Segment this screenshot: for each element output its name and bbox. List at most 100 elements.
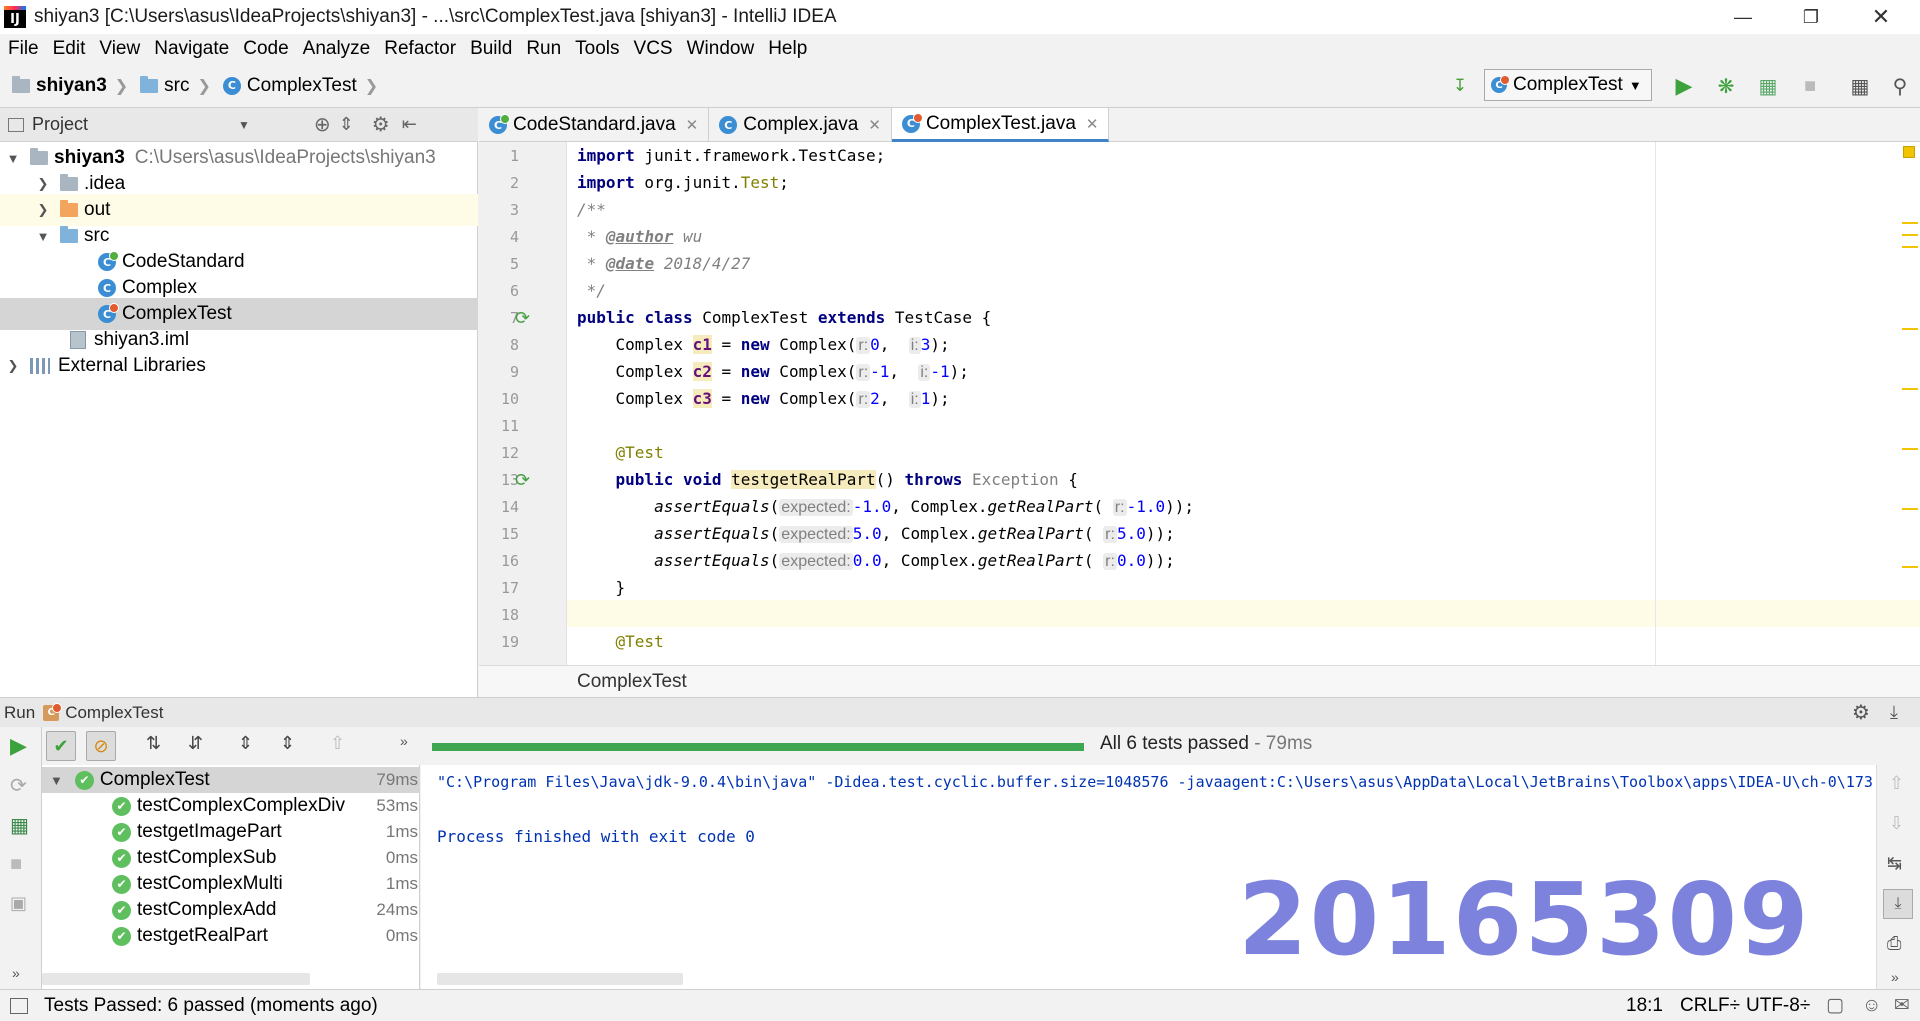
more-icon[interactable]: » — [1891, 969, 1899, 985]
show-passed-icon[interactable]: ✔ — [46, 731, 76, 761]
lock-icon[interactable]: ▢ — [1826, 994, 1844, 1017]
tool-windows-icon[interactable] — [10, 997, 28, 1014]
debug-icon[interactable]: ❋ — [1712, 72, 1740, 100]
close-tab-icon[interactable]: ✕ — [686, 116, 699, 134]
close-tab-icon[interactable]: ✕ — [1086, 115, 1099, 133]
previous-failed-icon[interactable]: ⇧ — [330, 733, 345, 754]
test-row[interactable]: ✔ testgetImagePart 1ms — [42, 819, 420, 845]
menu-edit[interactable]: Edit — [46, 38, 93, 60]
toggle-autotest-icon[interactable]: ▦ — [10, 813, 29, 838]
error-stripe-mark[interactable] — [1902, 246, 1918, 248]
run-test-gutter-icon[interactable]: ⟳ — [515, 308, 530, 329]
more-icon[interactable]: » — [400, 733, 408, 749]
error-stripe-mark[interactable] — [1902, 234, 1918, 236]
inspector-icon[interactable]: ☺ — [1862, 995, 1881, 1017]
locate-icon[interactable]: ⊕ — [314, 112, 331, 137]
status-message[interactable]: Tests Passed: 6 passed (moments ago) — [44, 995, 378, 1017]
test-row[interactable]: ✔ testComplexMulti 1ms — [42, 871, 420, 897]
tab-codestandard[interactable]: C CodeStandard.java ✕ — [479, 108, 710, 142]
error-stripe-mark[interactable] — [1902, 328, 1918, 330]
menu-run[interactable]: Run — [519, 38, 568, 60]
line-separator[interactable]: CRLF÷ — [1680, 995, 1740, 1017]
chevron-down-icon[interactable]: ▼ — [50, 773, 63, 788]
menu-help[interactable]: Help — [761, 38, 814, 60]
chevron-right-icon[interactable]: ❯ — [36, 176, 50, 192]
rerun-failed-icon[interactable]: ⟳ — [10, 773, 27, 798]
print-icon[interactable]: ⎙ — [1887, 933, 1901, 954]
chevron-right-icon[interactable]: ❯ — [36, 202, 50, 218]
breadcrumb-project[interactable]: shiyan3 ❯ — [12, 75, 128, 97]
menu-navigate[interactable]: Navigate — [147, 38, 236, 60]
close-window-button[interactable]: ✕ — [1852, 0, 1910, 34]
coverage-icon[interactable]: ▦ — [1754, 72, 1782, 100]
file-encoding[interactable]: UTF-8÷ — [1746, 995, 1810, 1017]
search-icon[interactable]: ⚲ — [1886, 72, 1914, 100]
down-arrow-icon[interactable]: ⇩ — [1889, 813, 1904, 834]
scroll-to-end-icon[interactable]: ⤓ — [1883, 889, 1913, 919]
event-log-icon[interactable]: ✉ — [1894, 994, 1910, 1017]
test-row[interactable]: ✔ testgetRealPart 0ms — [42, 923, 420, 949]
error-stripe-mark[interactable] — [1902, 448, 1918, 450]
test-row[interactable]: ✔ testComplexAdd 24ms — [42, 897, 420, 923]
menu-tools[interactable]: Tools — [568, 38, 626, 60]
build-icon[interactable]: ↧ — [1446, 72, 1474, 100]
caret-position[interactable]: 18:1 — [1626, 995, 1663, 1017]
breadcrumb-src[interactable]: src ❯ — [140, 75, 211, 97]
menu-file[interactable]: File — [0, 38, 46, 60]
menu-vcs[interactable]: VCS — [627, 38, 680, 60]
minimize-button[interactable]: — — [1714, 0, 1772, 34]
menu-code[interactable]: Code — [236, 38, 295, 60]
project-panel-title[interactable]: Project — [32, 114, 88, 135]
hide-panel-icon[interactable]: ⤓ — [1890, 702, 1898, 723]
menu-refactor[interactable]: Refactor — [377, 38, 463, 60]
rerun-icon[interactable]: ▶ — [10, 733, 27, 759]
sort-duration-icon[interactable]: ⇵ — [188, 733, 203, 754]
sort-alpha-icon[interactable]: ⇅ — [146, 733, 161, 754]
menu-view[interactable]: View — [92, 38, 147, 60]
horizontal-scrollbar[interactable] — [437, 973, 683, 985]
chevron-down-icon[interactable]: ▼ — [6, 151, 20, 166]
collapse-all-icon[interactable]: ⇕ — [339, 114, 354, 135]
tab-complex[interactable]: C Complex.java ✕ — [709, 108, 892, 142]
breadcrumb-class[interactable]: C ComplexTest ❯ — [222, 75, 378, 97]
soft-wrap-icon[interactable]: ↹ — [1887, 853, 1902, 874]
error-stripe-mark[interactable] — [1902, 222, 1918, 224]
error-stripe-mark[interactable] — [1902, 508, 1918, 510]
menu-analyze[interactable]: Analyze — [296, 38, 378, 60]
gear-icon[interactable]: ⚙ — [372, 112, 390, 137]
run-config-select[interactable]: C ComplexTest ▼ — [1484, 69, 1652, 101]
gear-icon[interactable]: ⚙ — [1852, 700, 1870, 725]
test-row[interactable]: ✔ testComplexSub 0ms — [42, 845, 420, 871]
test-suite-row[interactable]: ▼ ✔ ComplexTest 79ms — [42, 767, 420, 793]
camera-icon[interactable]: ▣ — [10, 893, 27, 914]
run-test-gutter-icon[interactable]: ⟳ — [515, 470, 530, 491]
chevron-down-icon[interactable]: ▼ — [238, 118, 250, 132]
up-arrow-icon[interactable]: ⇧ — [1889, 773, 1904, 794]
show-ignored-icon[interactable]: ⊘ — [86, 731, 116, 761]
expand-all-icon[interactable]: ⇕ — [238, 733, 253, 754]
error-stripe-mark[interactable] — [1902, 566, 1918, 568]
stop-icon[interactable]: ■ — [1796, 72, 1824, 100]
code-editor[interactable]: 1 2 3 4 5 6 7 8 9 10 11 12 13 14 15 16 1… — [479, 142, 1920, 665]
menu-window[interactable]: Window — [680, 38, 762, 60]
editor-breadcrumb[interactable]: ComplexTest — [479, 665, 1920, 697]
run-config-tab[interactable]: ComplexTest — [65, 703, 163, 723]
hide-panel-icon[interactable]: ⇤ — [402, 114, 417, 135]
class-icon: C — [222, 76, 241, 95]
restore-button[interactable]: ❐ — [1782, 0, 1840, 34]
horizontal-scrollbar[interactable] — [42, 973, 310, 985]
chevron-down-icon[interactable]: ▼ — [36, 229, 50, 244]
error-stripe-mark[interactable] — [1902, 388, 1918, 390]
collapse-all-icon[interactable]: ⇕ — [280, 733, 295, 754]
more-icon[interactable]: » — [12, 965, 20, 981]
tree-item-external-libraries[interactable]: ❯ External Libraries — [0, 350, 478, 382]
chevron-right-icon[interactable]: ❯ — [6, 358, 20, 374]
run-icon[interactable]: ▶ — [1670, 72, 1698, 100]
tab-complextest[interactable]: C ComplexTest.java ✕ — [891, 108, 1110, 142]
test-row[interactable]: ✔ testComplexComplexDiv 53ms — [42, 793, 420, 819]
menu-build[interactable]: Build — [463, 38, 519, 60]
inspection-status-icon[interactable] — [1903, 146, 1915, 158]
close-tab-icon[interactable]: ✕ — [868, 116, 881, 134]
stop-icon[interactable]: ■ — [10, 853, 22, 876]
project-structure-icon[interactable]: ▦ — [1846, 72, 1874, 100]
